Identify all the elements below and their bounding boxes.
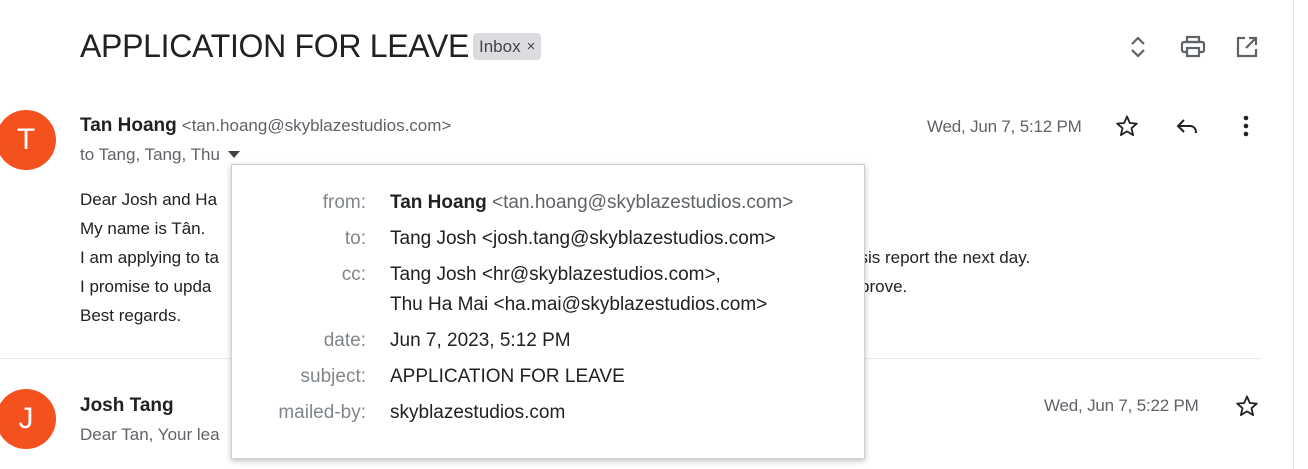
details-value: APPLICATION FOR LEAVE [390, 366, 625, 387]
scrollbar-track[interactable] [1293, 0, 1308, 469]
star-icon[interactable] [1232, 391, 1262, 421]
expand-collapse-icon[interactable] [1123, 32, 1153, 62]
details-label: to: [344, 228, 366, 249]
more-options-icon[interactable] [1231, 111, 1261, 141]
body-line: Best regards. [80, 306, 182, 325]
from-name: Tan Hoang [390, 192, 487, 213]
sender-line: Tan Hoang <tan.hoang@skyblazestudios.com… [80, 115, 451, 137]
details-value: skyblazestudios.com [390, 402, 566, 423]
recipients-summary: to Tang, Tang, Thu [80, 145, 220, 164]
details-label: from: [322, 192, 366, 213]
body-line: Dear Josh and Ha [80, 190, 218, 209]
remove-label-icon[interactable]: × [527, 38, 536, 55]
details-value: Tan Hoang <tan.hoang@skyblazestudios.com… [390, 192, 793, 214]
recipients-line: to Tang, Tang, Thu [80, 145, 240, 165]
details-value: Tang Josh <josh.tang@skyblazestudios.com… [390, 228, 776, 249]
sender-email: <tan.hoang@skyblazestudios.com> [181, 116, 452, 135]
message-body: Dear Josh and Ha My name is Tân. I am ap… [80, 185, 219, 330]
message-date: Wed, Jun 7, 5:12 PM [927, 117, 1082, 136]
label-text: Inbox [479, 36, 521, 56]
inbox-label-chip[interactable]: Inbox × [473, 33, 542, 60]
details-label: subject: [300, 366, 366, 387]
details-value: Tang Josh <hr@skyblazestudios.com>, [390, 264, 721, 285]
open-in-new-window-icon[interactable] [1232, 32, 1262, 62]
body-line-tail: esis report the next day. [850, 248, 1031, 267]
sender-name[interactable]: Tan Hoang [80, 115, 177, 137]
message-details-popup: from: Tan Hoang <tan.hoang@skyblazestudi… [231, 164, 865, 459]
body-line: I promise to upda [80, 277, 212, 296]
from-email: <tan.hoang@skyblazestudios.com> [492, 192, 794, 213]
sender-avatar[interactable]: J [0, 389, 56, 449]
body-line: My name is Tân. [80, 219, 206, 238]
details-value: Thu Ha Mai <ha.mai@skyblazestudios.com> [390, 294, 768, 315]
details-label: date: [323, 330, 366, 351]
message-date: Wed, Jun 7, 5:22 PM [1044, 396, 1199, 415]
print-icon[interactable] [1178, 32, 1208, 62]
show-details-caret-icon[interactable] [227, 151, 240, 159]
body-line: I am applying to ta [80, 248, 219, 267]
body-line-tail: prove. [860, 277, 908, 296]
message-snippet[interactable]: Dear Tan, Your lea [80, 425, 220, 445]
details-label: cc: [341, 264, 366, 285]
sender-name[interactable]: Josh Tang [80, 395, 174, 417]
details-value: Jun 7, 2023, 5:12 PM [390, 330, 571, 351]
sender-avatar[interactable]: T [0, 110, 56, 170]
email-subject-title: APPLICATION FOR LEAVE [80, 28, 470, 64]
details-label: mailed-by: [278, 402, 366, 423]
reply-icon[interactable] [1172, 111, 1202, 141]
star-icon[interactable] [1112, 111, 1142, 141]
